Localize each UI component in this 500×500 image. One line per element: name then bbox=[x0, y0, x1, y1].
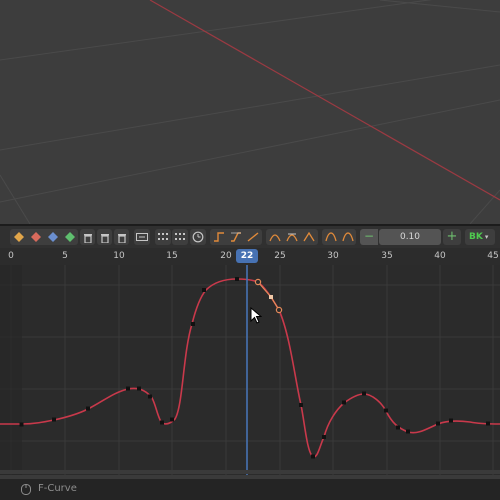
frame-step-field[interactable]: 0.10 bbox=[379, 229, 441, 245]
viewport-grid bbox=[0, 0, 500, 224]
delete-keyframes-icon[interactable] bbox=[80, 229, 95, 245]
auto-clamped-icon[interactable] bbox=[284, 229, 300, 245]
keyframe[interactable] bbox=[322, 435, 326, 439]
ruler-tick: 0 bbox=[8, 251, 14, 261]
f-curve[interactable] bbox=[0, 278, 500, 458]
keyframe[interactable] bbox=[148, 394, 152, 399]
frame-step-increment[interactable]: + bbox=[443, 229, 461, 245]
ruler-tick: 10 bbox=[113, 251, 125, 261]
mouse-cursor-icon bbox=[250, 307, 262, 324]
clock-icon[interactable] bbox=[190, 229, 206, 245]
delete-keyframes-icon[interactable] bbox=[97, 229, 112, 245]
graph-grid bbox=[0, 265, 500, 475]
keyframe-orange-icon[interactable] bbox=[12, 229, 26, 245]
keyframe[interactable] bbox=[436, 421, 440, 426]
horizontal-scrollbar[interactable] bbox=[0, 470, 500, 474]
keyframe[interactable] bbox=[137, 386, 141, 391]
ruler-tick: 45 bbox=[487, 251, 499, 261]
snap-alt-icon[interactable] bbox=[172, 229, 188, 245]
graph-editor-header: − 0.10 + BK ▾ bbox=[0, 226, 500, 249]
out-of-range-shade bbox=[0, 265, 22, 475]
current-frame-indicator[interactable]: 22 bbox=[236, 249, 258, 263]
ruler-tick: 20 bbox=[220, 251, 232, 261]
ruler-tick: 5 bbox=[62, 251, 68, 261]
auto-handle-icon[interactable] bbox=[267, 229, 283, 245]
graph-area[interactable] bbox=[0, 265, 500, 475]
ease-out-icon[interactable] bbox=[340, 229, 356, 245]
keyframe[interactable] bbox=[235, 277, 239, 281]
keyframe[interactable] bbox=[19, 422, 24, 427]
keyframe[interactable] bbox=[202, 288, 206, 292]
keyframe[interactable] bbox=[486, 421, 490, 426]
ruler-tick: 35 bbox=[381, 251, 393, 261]
snap-icon[interactable] bbox=[155, 229, 171, 245]
keyframe[interactable] bbox=[160, 420, 164, 425]
keyframe[interactable] bbox=[396, 425, 400, 430]
ruler-tick: 30 bbox=[327, 251, 339, 261]
ease-in-icon[interactable] bbox=[323, 229, 339, 245]
keyframe[interactable] bbox=[406, 429, 410, 434]
keyframe[interactable] bbox=[170, 417, 174, 422]
keying-set-dropdown[interactable]: BK ▾ bbox=[465, 229, 495, 245]
keying-set-label: BK bbox=[469, 232, 483, 242]
keyframe[interactable] bbox=[299, 403, 303, 407]
3d-viewport[interactable] bbox=[0, 0, 500, 224]
chevron-down-icon: ▾ bbox=[484, 233, 489, 241]
keyframe-blue-icon[interactable] bbox=[46, 229, 60, 245]
status-bar: F-Curve bbox=[0, 479, 500, 500]
x-axis-line bbox=[149, 0, 500, 201]
keyframe[interactable] bbox=[384, 408, 388, 413]
vector-handle-icon[interactable] bbox=[301, 229, 317, 245]
keyframe[interactable] bbox=[126, 386, 130, 391]
frame-all-icon[interactable] bbox=[134, 229, 150, 245]
mouse-button-icon bbox=[21, 484, 31, 495]
constant-interp-icon[interactable] bbox=[211, 229, 227, 245]
keyframe[interactable] bbox=[86, 406, 90, 411]
keyframe-red-icon[interactable] bbox=[29, 229, 43, 245]
keyframe[interactable] bbox=[362, 391, 366, 396]
keyframe[interactable] bbox=[311, 454, 315, 459]
keyframe-green-icon[interactable] bbox=[63, 229, 77, 245]
linear-interp-icon[interactable] bbox=[228, 229, 244, 245]
graph-canvas bbox=[0, 265, 500, 475]
ruler-tick: 15 bbox=[166, 251, 178, 261]
keyframe[interactable] bbox=[52, 417, 56, 422]
status-label: F-Curve bbox=[38, 483, 77, 494]
frame-step-decrement[interactable]: − bbox=[360, 229, 378, 245]
ruler-tick: 25 bbox=[274, 251, 286, 261]
keyframe[interactable] bbox=[191, 322, 195, 326]
keyframe[interactable] bbox=[449, 418, 453, 423]
bezier-interp-icon[interactable] bbox=[245, 229, 261, 245]
keyframe[interactable] bbox=[342, 400, 346, 405]
delete-channel-icon[interactable] bbox=[114, 229, 129, 245]
ruler-tick: 40 bbox=[434, 251, 446, 261]
